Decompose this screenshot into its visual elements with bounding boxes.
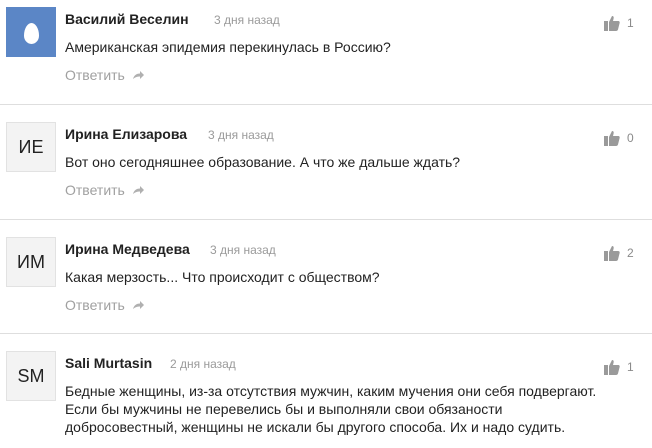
avatar-initials: SM: [17, 365, 45, 386]
comment-author[interactable]: Ирина Медведева: [65, 241, 190, 257]
reply-button[interactable]: Ответить: [65, 297, 145, 313]
divider: [0, 104, 652, 105]
share-arrow-icon: [132, 186, 144, 194]
divider: [0, 333, 652, 334]
avatar[interactable]: ИМ: [6, 237, 56, 287]
comment-time: 3 дня назад: [214, 13, 280, 27]
reply-label: Ответить: [65, 297, 125, 313]
share-arrow-icon: [132, 71, 144, 79]
share-arrow-icon: [132, 301, 144, 309]
reply-label: Ответить: [65, 182, 125, 198]
like-count: 1: [627, 360, 634, 374]
comment-text-line: Бедные женщины, из-за отсутствия мужчин,…: [65, 383, 597, 399]
comment-author[interactable]: Василий Веселин: [65, 11, 189, 27]
avatar[interactable]: SM: [6, 351, 56, 401]
like-count: 1: [627, 16, 634, 30]
like-button[interactable]: 2: [604, 243, 640, 263]
avatar[interactable]: ИЕ: [6, 122, 56, 172]
egg-icon: [23, 22, 39, 44]
reply-label: Ответить: [65, 67, 125, 83]
comment-time: 3 дня назад: [208, 128, 274, 142]
comment-text: Вот оно сегодняшнее образование. А что ж…: [65, 154, 461, 170]
avatar[interactable]: [6, 7, 56, 57]
thumbs-up-icon: [604, 246, 620, 261]
like-button[interactable]: 1: [604, 13, 640, 33]
reply-button[interactable]: Ответить: [65, 182, 145, 198]
comment-time: 2 дня назад: [170, 357, 236, 371]
comment-text: Бедные женщины, из-за отсутствия мужчин,…: [65, 382, 625, 436]
reply-button[interactable]: Ответить: [65, 67, 145, 83]
thumbs-up-icon: [604, 360, 620, 375]
avatar-initials: ИМ: [17, 251, 45, 272]
comment-text: Какая мерзость... Что происходит с общес…: [65, 269, 380, 285]
comment-author[interactable]: Sali Murtasin: [65, 355, 152, 371]
like-button[interactable]: 1: [604, 357, 640, 377]
like-count: 0: [627, 131, 634, 145]
comment-text: Американская эпидемия перекинулась в Рос…: [65, 39, 391, 55]
thumbs-up-icon: [604, 16, 620, 31]
comment-author[interactable]: Ирина Елизарова: [65, 126, 187, 142]
like-count: 2: [627, 246, 634, 260]
avatar-initials: ИЕ: [18, 136, 44, 157]
thumbs-up-icon: [604, 131, 620, 146]
comment-text-line: Если бы мужчины не перевелись бы и выпол…: [65, 401, 503, 417]
like-button[interactable]: 0: [604, 128, 640, 148]
divider: [0, 219, 652, 220]
comment-text-line: добросовестный, женщины не искали бы дру…: [65, 419, 566, 435]
comment-time: 3 дня назад: [210, 243, 276, 257]
